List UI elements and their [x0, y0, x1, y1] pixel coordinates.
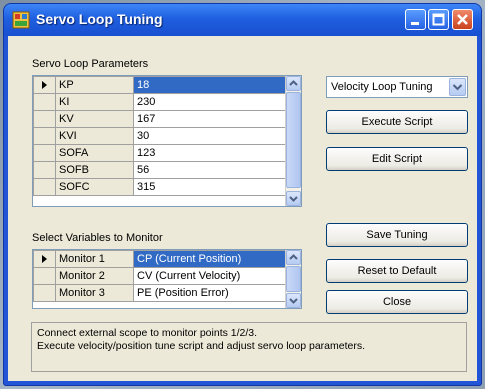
grid-row[interactable]: SOFC 315: [33, 178, 288, 196]
mode-select[interactable]: Velocity Loop Tuning: [326, 76, 468, 98]
row-header[interactable]: [33, 110, 56, 128]
row-value-cell[interactable]: CV (Current Velocity): [133, 267, 288, 285]
reset-default-button[interactable]: Reset to Default: [326, 259, 468, 283]
scroll-thumb[interactable]: [286, 266, 301, 292]
chevron-down-icon: [289, 196, 298, 202]
row-header[interactable]: [33, 267, 56, 285]
params-group-label: Servo Loop Parameters: [32, 58, 149, 70]
monitor-group-label: Select Variables to Monitor: [32, 232, 163, 244]
grid-row[interactable]: KV 167: [33, 110, 288, 128]
grid-row[interactable]: KVI 30: [33, 127, 288, 145]
row-header[interactable]: [33, 161, 56, 179]
row-header[interactable]: [33, 250, 56, 268]
row-name-cell: KV: [55, 110, 134, 128]
edit-script-button[interactable]: Edit Script: [326, 147, 468, 171]
row-name-cell: SOFB: [55, 161, 134, 179]
row-header[interactable]: [33, 93, 56, 111]
row-name-cell: KP: [55, 76, 134, 94]
monitor-scrollbar[interactable]: [285, 250, 301, 308]
current-row-arrow-icon: [42, 81, 47, 90]
mode-select-value: Velocity Loop Tuning: [331, 81, 433, 93]
row-header[interactable]: [33, 178, 56, 196]
row-value-cell[interactable]: 123: [133, 144, 288, 162]
scroll-up-button[interactable]: [286, 250, 301, 265]
client-area: Servo Loop Parameters KP 18 KI 230 KV 167 KVI 3…: [8, 36, 477, 381]
chevron-up-icon: [289, 254, 298, 260]
status-line-1: Connect external scope to monitor points…: [37, 327, 258, 339]
row-name-cell: KI: [55, 93, 134, 111]
minimize-icon: [411, 22, 419, 25]
scroll-down-button[interactable]: [286, 191, 301, 206]
close-window-button[interactable]: [452, 9, 473, 30]
maximize-button[interactable]: [428, 9, 449, 30]
grid-row[interactable]: KP 18: [33, 76, 288, 94]
row-value-cell[interactable]: 315: [133, 178, 288, 196]
grid-row[interactable]: Monitor 2 CV (Current Velocity): [33, 267, 288, 285]
row-value-cell[interactable]: 56: [133, 161, 288, 179]
grid-row[interactable]: SOFA 123: [33, 144, 288, 162]
row-name-cell: SOFC: [55, 178, 134, 196]
app-icon: [12, 11, 30, 29]
scroll-thumb[interactable]: [286, 92, 301, 188]
grid-row[interactable]: Monitor 3 PE (Position Error): [33, 284, 288, 302]
params-scrollbar[interactable]: [285, 76, 301, 206]
close-button[interactable]: Close: [326, 290, 468, 314]
row-value-cell[interactable]: CP (Current Position): [133, 250, 288, 268]
params-grid[interactable]: KP 18 KI 230 KV 167 KVI 30 SOFA 123 SOFB 56 SOFC 315: [32, 75, 302, 207]
row-value-cell[interactable]: 18: [133, 76, 288, 94]
row-header[interactable]: [33, 144, 56, 162]
scroll-up-button[interactable]: [286, 76, 301, 91]
status-line-2: Execute velocity/position tune script an…: [37, 340, 366, 352]
row-name-cell: SOFA: [55, 144, 134, 162]
current-row-arrow-icon: [42, 255, 47, 264]
execute-script-button[interactable]: Execute Script: [326, 110, 468, 134]
chevron-down-icon: [452, 84, 463, 91]
row-header[interactable]: [33, 76, 56, 94]
row-name-cell: Monitor 1: [55, 250, 134, 268]
grid-row[interactable]: SOFB 56: [33, 161, 288, 179]
app-window: Servo Loop Tuning Servo Loop Parameters …: [4, 4, 481, 385]
status-panel: Connect external scope to monitor points…: [31, 322, 467, 372]
row-name-cell: KVI: [55, 127, 134, 145]
close-icon: [457, 14, 468, 25]
maximize-icon: [432, 13, 445, 26]
row-name-cell: Monitor 2: [55, 267, 134, 285]
window-title: Servo Loop Tuning: [36, 11, 163, 27]
grid-row[interactable]: Monitor 1 CP (Current Position): [33, 250, 288, 268]
row-name-cell: Monitor 3: [55, 284, 134, 302]
mode-select-dropdown-button[interactable]: [449, 78, 466, 96]
row-value-cell[interactable]: 167: [133, 110, 288, 128]
chevron-up-icon: [289, 80, 298, 86]
minimize-button[interactable]: [405, 9, 426, 30]
row-value-cell[interactable]: PE (Position Error): [133, 284, 288, 302]
grid-row[interactable]: KI 230: [33, 93, 288, 111]
row-value-cell[interactable]: 230: [133, 93, 288, 111]
scroll-down-button[interactable]: [286, 293, 301, 308]
row-header[interactable]: [33, 284, 56, 302]
chevron-down-icon: [289, 298, 298, 304]
monitor-grid[interactable]: Monitor 1 CP (Current Position) Monitor 2C…: [32, 249, 302, 309]
row-header[interactable]: [33, 127, 56, 145]
save-tuning-button[interactable]: Save Tuning: [326, 223, 468, 247]
row-value-cell[interactable]: 30: [133, 127, 288, 145]
title-bar[interactable]: Servo Loop Tuning: [4, 4, 481, 36]
